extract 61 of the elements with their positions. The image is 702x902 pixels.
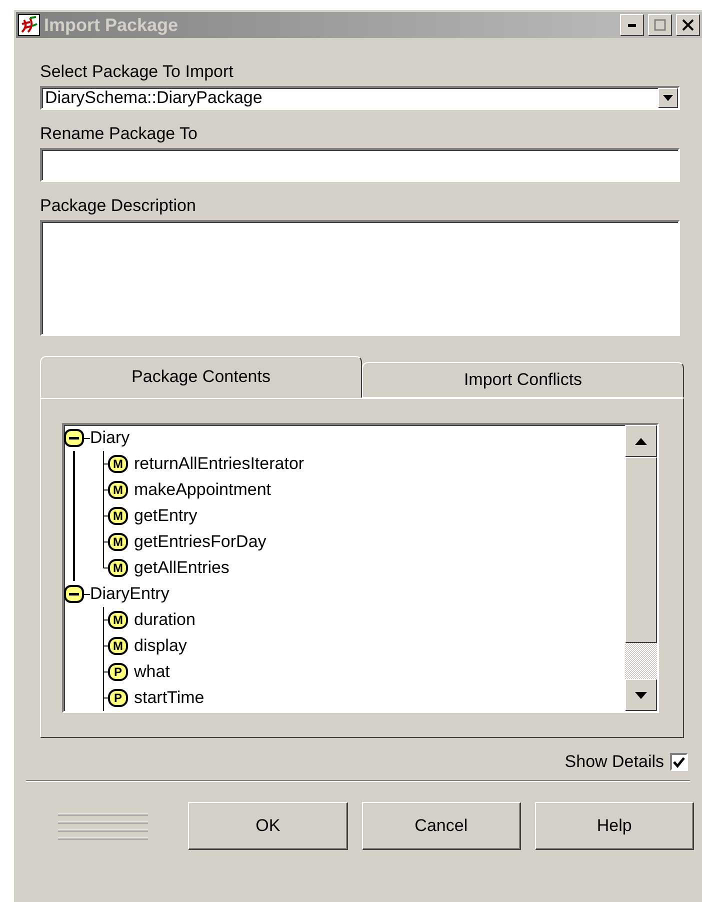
method-icon	[108, 455, 128, 473]
package-dropdown[interactable]: DiarySchema::DiaryPackage	[40, 86, 680, 110]
grip-icon	[58, 811, 148, 841]
maximize-icon	[654, 19, 666, 31]
badge-letter: P	[112, 665, 123, 679]
tree-item[interactable]: returnAllEntriesIterator	[134, 454, 304, 474]
property-icon	[108, 689, 128, 707]
dialog-button[interactable]: Cancel	[362, 802, 521, 850]
field-label: Package Description	[40, 196, 197, 216]
badge-letter: M	[112, 509, 124, 523]
badge-letter: M	[112, 561, 124, 575]
badge-letter: M	[112, 639, 124, 653]
method-icon	[108, 481, 128, 499]
minus-icon[interactable]	[64, 429, 84, 447]
checkbox[interactable]	[670, 753, 688, 771]
badge-letter: M	[112, 613, 124, 627]
tab[interactable]: Package Contents	[40, 356, 362, 398]
method-icon	[108, 611, 128, 629]
badge-letter: M	[112, 483, 124, 497]
tree-item[interactable]: makeAppointment	[134, 480, 272, 500]
minimize-icon	[628, 24, 636, 26]
tree-item[interactable]: startTime	[134, 688, 204, 708]
tree-item[interactable]: what	[134, 662, 170, 682]
check-icon	[673, 756, 685, 768]
tree-item[interactable]: getEntriesForDay	[134, 532, 266, 552]
window-title: Import Package	[44, 14, 180, 36]
down-arrow-icon[interactable]	[635, 692, 647, 698]
badge-letter: P	[112, 691, 123, 705]
badge-letter: M	[112, 457, 124, 471]
tree-item[interactable]: getAllEntries	[134, 558, 230, 578]
up-arrow-icon[interactable]	[635, 438, 647, 444]
scrollbar[interactable]	[625, 425, 657, 711]
method-icon	[108, 637, 128, 655]
dialog-button[interactable]: OK	[188, 802, 348, 850]
app-icon	[18, 14, 40, 36]
checkbox-label: Show Details	[564, 752, 664, 772]
badge-letter: M	[112, 535, 124, 549]
method-icon	[108, 507, 128, 525]
dialog-button[interactable]: Help	[534, 802, 694, 850]
close-icon	[682, 19, 694, 31]
tab[interactable]: Import Conflicts	[362, 362, 684, 398]
tree-node[interactable]: DiaryEntry	[90, 584, 170, 604]
tree-connector	[84, 436, 90, 440]
method-icon	[108, 559, 128, 577]
tree-connector	[84, 592, 90, 596]
tree-item[interactable]: getEntry	[134, 506, 198, 526]
tree-item[interactable]: duration	[134, 610, 196, 630]
input-field[interactable]	[40, 148, 680, 182]
tree-node[interactable]: Diary	[90, 428, 130, 448]
scroll-thumb[interactable]	[625, 457, 657, 643]
field-label: Select Package To Import	[40, 62, 234, 82]
minus-icon[interactable]	[64, 585, 84, 603]
caret-icon	[663, 95, 673, 101]
minimize-button[interactable]	[620, 14, 644, 36]
description-field[interactable]	[40, 220, 680, 336]
method-icon	[108, 533, 128, 551]
tree-item[interactable]: display	[134, 636, 187, 656]
property-icon	[108, 663, 128, 681]
field-label: Rename Package To	[40, 124, 199, 144]
maximize-button[interactable]	[648, 14, 672, 36]
close-button[interactable]	[676, 14, 700, 36]
